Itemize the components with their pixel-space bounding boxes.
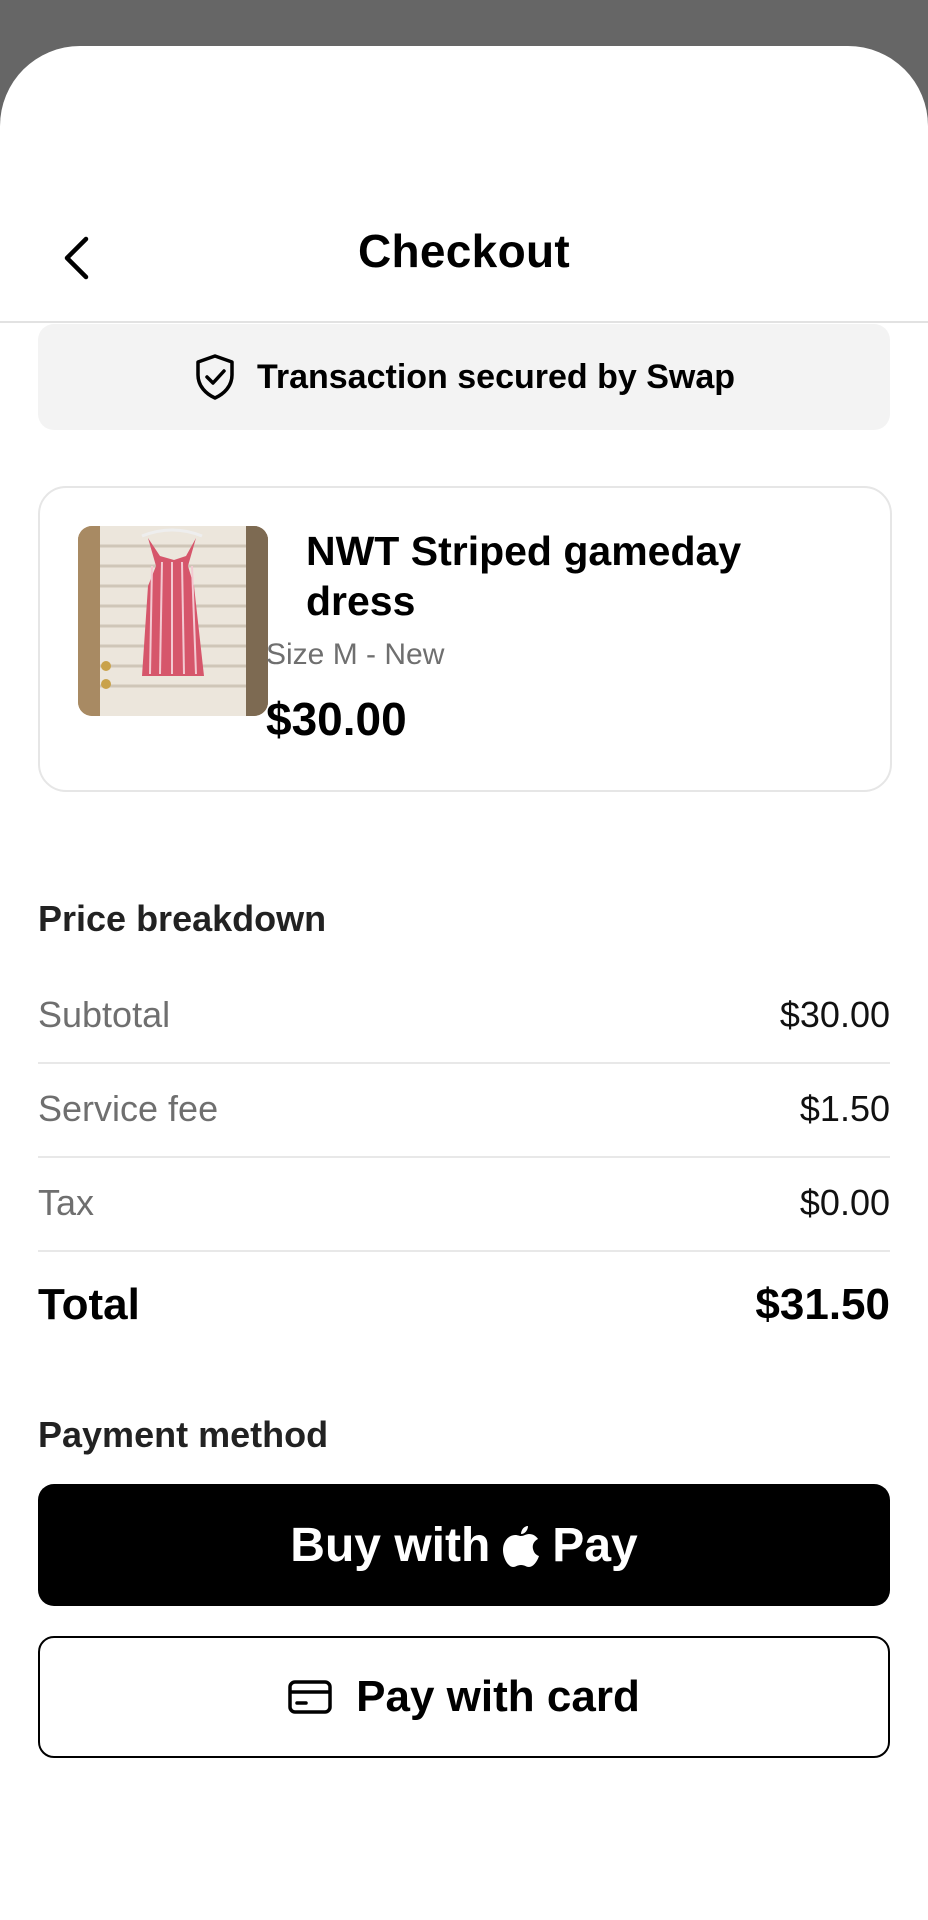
service-fee-row: Service fee $1.50: [38, 1062, 890, 1158]
item-price: $30.00: [266, 693, 407, 745]
page-title: Checkout: [358, 225, 570, 277]
apple-pay-prefix: Buy with: [290, 1518, 491, 1572]
credit-card-icon: [288, 1680, 332, 1714]
total-label: Total: [38, 1280, 140, 1329]
item-title: NWT Striped gameday dress: [306, 528, 742, 624]
pay-with-card-button[interactable]: Pay with card: [38, 1636, 890, 1758]
service-fee-label: Service fee: [38, 1088, 219, 1129]
apple-pay-button[interactable]: Buy with Pay: [38, 1484, 890, 1606]
total-value: $31.50: [755, 1280, 890, 1329]
shield-check-icon: [196, 354, 234, 400]
service-fee-value: $1.50: [799, 1088, 890, 1129]
tax-value: $0.00: [799, 1182, 890, 1223]
tax-row: Tax $0.00: [38, 1156, 890, 1252]
price-breakdown-title: Price breakdown: [38, 898, 327, 939]
subtotal-row: Subtotal $30.00: [38, 968, 890, 1064]
secure-banner: Transaction secured by Swap: [38, 324, 890, 430]
apple-logo-icon: [503, 1526, 540, 1567]
payment-method-title: Payment method: [38, 1414, 329, 1455]
secure-banner-text: Transaction secured by Swap: [256, 357, 736, 396]
apple-pay-suffix: Pay: [552, 1518, 638, 1572]
dress-photo: [78, 526, 268, 716]
item-card[interactable]: NWT Striped gameday dress: [38, 486, 892, 792]
subtotal-value: $30.00: [779, 994, 890, 1035]
pay-with-card-label: Pay with card: [356, 1672, 640, 1721]
header: Checkout: [0, 46, 928, 323]
subtotal-label: Subtotal: [38, 994, 171, 1035]
tax-label: Tax: [38, 1182, 95, 1223]
item-meta: Size M - New: [266, 638, 445, 671]
total-row: Total $31.50: [38, 1258, 890, 1352]
